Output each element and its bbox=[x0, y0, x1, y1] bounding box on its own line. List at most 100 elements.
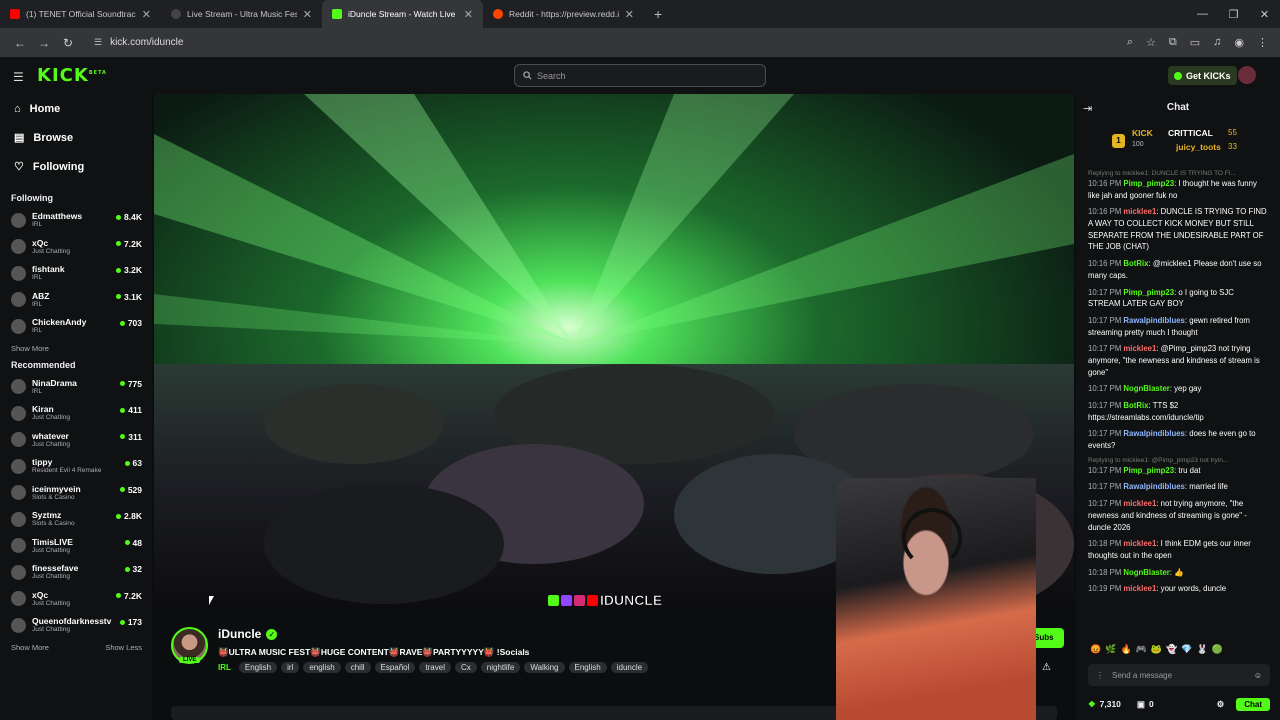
emote-icon[interactable]: 🐰 bbox=[1197, 644, 1208, 655]
message-username[interactable]: micklee1 bbox=[1123, 539, 1156, 548]
search-icon bbox=[523, 71, 532, 80]
reload-icon[interactable]: ↻ bbox=[56, 36, 80, 50]
emote-icon[interactable]: 🐸 bbox=[1151, 644, 1162, 655]
channel-item[interactable]: Kiran Just Chatting 411 bbox=[11, 400, 152, 427]
stream-tag[interactable]: english bbox=[303, 662, 341, 673]
menu-icon[interactable]: ☰ bbox=[13, 70, 24, 84]
stream-tag[interactable]: irl bbox=[281, 662, 300, 673]
channel-item[interactable]: Syztmz Slots & Casino 2.8K bbox=[11, 506, 152, 533]
kick-logo[interactable]: KICKBETA bbox=[37, 65, 107, 86]
cast-icon[interactable]: ▭ bbox=[1190, 36, 1200, 49]
browser-tab-active[interactable]: iDuncle Stream - Watch Live on ✕ bbox=[322, 0, 483, 28]
stream-tag[interactable]: nightlife bbox=[480, 662, 521, 673]
browser-tab[interactable]: (1) TENET Official Soundtrack | ✕ bbox=[0, 0, 161, 28]
channel-item[interactable]: ABZ IRL 3.1K bbox=[11, 287, 152, 314]
nav-browse[interactable]: ▤ Browse bbox=[11, 123, 152, 152]
stream-tag[interactable]: iduncle bbox=[610, 662, 649, 673]
message-username[interactable]: BotRix bbox=[1123, 401, 1148, 410]
close-window-icon[interactable]: ✕ bbox=[1249, 8, 1280, 21]
channel-item[interactable]: fishtank IRL 3.2K bbox=[11, 260, 152, 287]
close-tab-icon[interactable]: ✕ bbox=[464, 8, 473, 21]
minimize-icon[interactable]: — bbox=[1187, 8, 1218, 20]
message-username[interactable]: Pimp_pimp23 bbox=[1123, 179, 1174, 188]
zoom-icon[interactable]: ⌕ bbox=[1127, 36, 1133, 49]
stream-tag[interactable]: Walking bbox=[524, 662, 565, 673]
message-username[interactable]: micklee1 bbox=[1123, 344, 1156, 353]
extensions-icon[interactable]: ⧉ bbox=[1169, 36, 1177, 49]
browser-tab[interactable]: Reddit - https://preview.redd.it ✕ bbox=[483, 0, 644, 28]
message-username[interactable]: Pimp_pimp23 bbox=[1123, 466, 1174, 475]
emote-icon[interactable]: 😡 bbox=[1090, 644, 1101, 655]
channel-item[interactable]: Queenofdarknesstv Just Chatting 173 bbox=[11, 612, 152, 639]
site-info-icon[interactable]: ☰ bbox=[94, 37, 102, 48]
show-more-button[interactable]: Show More bbox=[11, 643, 49, 652]
emoji-picker-icon[interactable]: ☺ bbox=[1254, 671, 1262, 680]
channel-item[interactable]: xQc Just Chatting 7.2K bbox=[11, 234, 152, 261]
message-username[interactable]: micklee1 bbox=[1123, 207, 1156, 216]
emote-icon[interactable]: 👻 bbox=[1166, 644, 1177, 655]
stream-tag[interactable]: travel bbox=[419, 662, 451, 673]
message-username[interactable]: Rawalpindiblues bbox=[1123, 429, 1185, 438]
stream-tag[interactable]: chill bbox=[344, 662, 371, 673]
stream-tag[interactable]: Español bbox=[374, 662, 416, 673]
message-username[interactable]: Rawalpindiblues bbox=[1123, 482, 1185, 491]
stream-tag[interactable]: English bbox=[238, 662, 278, 673]
chat-input[interactable]: ⋮ Send a message ☺ bbox=[1088, 664, 1270, 686]
channel-item[interactable]: whatever Just Chatting 311 bbox=[11, 427, 152, 454]
message-username[interactable]: micklee1 bbox=[1123, 499, 1156, 508]
channel-item[interactable]: xQc Just Chatting 7.2K bbox=[11, 586, 152, 613]
close-tab-icon[interactable]: ✕ bbox=[625, 8, 634, 21]
nav-home[interactable]: ⌂ Home bbox=[11, 94, 152, 123]
show-less-button[interactable]: Show Less bbox=[105, 643, 142, 652]
leader-name[interactable]: KICK bbox=[1132, 128, 1153, 138]
leader-name[interactable]: juicy_toots bbox=[1176, 142, 1221, 152]
send-chat-button[interactable]: Chat bbox=[1236, 697, 1270, 711]
streamer-name[interactable]: iDuncle bbox=[218, 627, 261, 641]
channel-item[interactable]: finessefave Just Chatting 32 bbox=[11, 559, 152, 586]
close-tab-icon[interactable]: ✕ bbox=[142, 8, 151, 21]
message-username[interactable]: Rawalpindiblues bbox=[1123, 316, 1185, 325]
chat-settings-icon[interactable]: ⚙ bbox=[1217, 699, 1225, 710]
message-username[interactable]: Pimp_pimp23 bbox=[1123, 288, 1174, 297]
channel-item[interactable]: ChickenAndy IRL 703 bbox=[11, 313, 152, 340]
message-username[interactable]: NognBlaster bbox=[1123, 384, 1169, 393]
new-tab-button[interactable]: + bbox=[654, 6, 662, 22]
message-username[interactable]: micklee1 bbox=[1123, 584, 1156, 593]
stream-tag[interactable]: English bbox=[568, 662, 607, 673]
emote-icon[interactable]: 🟢 bbox=[1212, 644, 1223, 655]
category-link[interactable]: IRL bbox=[218, 662, 235, 673]
channel-item[interactable]: iceinmyvein Slots & Casino 529 bbox=[11, 480, 152, 507]
user-avatar[interactable] bbox=[1238, 66, 1256, 84]
emote-icon[interactable]: 🌿 bbox=[1105, 644, 1116, 655]
message-username[interactable]: NognBlaster bbox=[1123, 568, 1169, 577]
nav-following[interactable]: ♡ Following bbox=[11, 152, 152, 181]
get-kicks-button[interactable]: Get KICKs bbox=[1168, 66, 1237, 85]
forward-icon[interactable]: → bbox=[32, 36, 56, 50]
chat-options-icon[interactable]: ⋮ bbox=[1096, 671, 1104, 680]
emote-icon[interactable]: 🔥 bbox=[1120, 644, 1131, 655]
stream-tag[interactable]: Cx bbox=[454, 662, 477, 673]
viewer-count-value: 7.2K bbox=[124, 238, 142, 249]
browser-menu-icon[interactable]: ⋮ bbox=[1257, 36, 1268, 49]
show-more-button[interactable]: Show More bbox=[11, 344, 49, 353]
emote-icon[interactable]: 💎 bbox=[1181, 644, 1192, 655]
emote-icon[interactable]: 🎮 bbox=[1136, 644, 1147, 655]
channel-avatar bbox=[11, 405, 26, 421]
search-input[interactable]: Search bbox=[514, 64, 766, 87]
channel-item[interactable]: Edmatthews IRL 8.4K bbox=[11, 207, 152, 234]
channel-item[interactable]: NinaDrama IRL 775 bbox=[11, 374, 152, 401]
profile-icon[interactable]: ◉ bbox=[1234, 36, 1244, 49]
message-username[interactable]: BotRix bbox=[1123, 259, 1148, 268]
maximize-icon[interactable]: ❐ bbox=[1218, 8, 1249, 21]
close-tab-icon[interactable]: ✕ bbox=[303, 8, 312, 21]
viewer-count-value: 48 bbox=[132, 537, 142, 548]
leader-name[interactable]: CRITTICAL bbox=[1168, 128, 1213, 138]
channel-item[interactable]: tippy Resident Evil 4 Remake 63 bbox=[11, 453, 152, 480]
report-icon[interactable]: ⚠ bbox=[1042, 662, 1051, 673]
bookmark-star-icon[interactable]: ☆ bbox=[1146, 36, 1156, 49]
url-field[interactable]: ☰ kick.com/iduncle bbox=[88, 32, 1127, 53]
browser-tab[interactable]: Live Stream - Ultra Music Festiv ✕ bbox=[161, 0, 322, 28]
media-icon[interactable]: ♫ bbox=[1213, 36, 1221, 49]
back-icon[interactable]: ← bbox=[8, 36, 32, 50]
channel-item[interactable]: TimisLIVE Just Chatting 48 bbox=[11, 533, 152, 560]
